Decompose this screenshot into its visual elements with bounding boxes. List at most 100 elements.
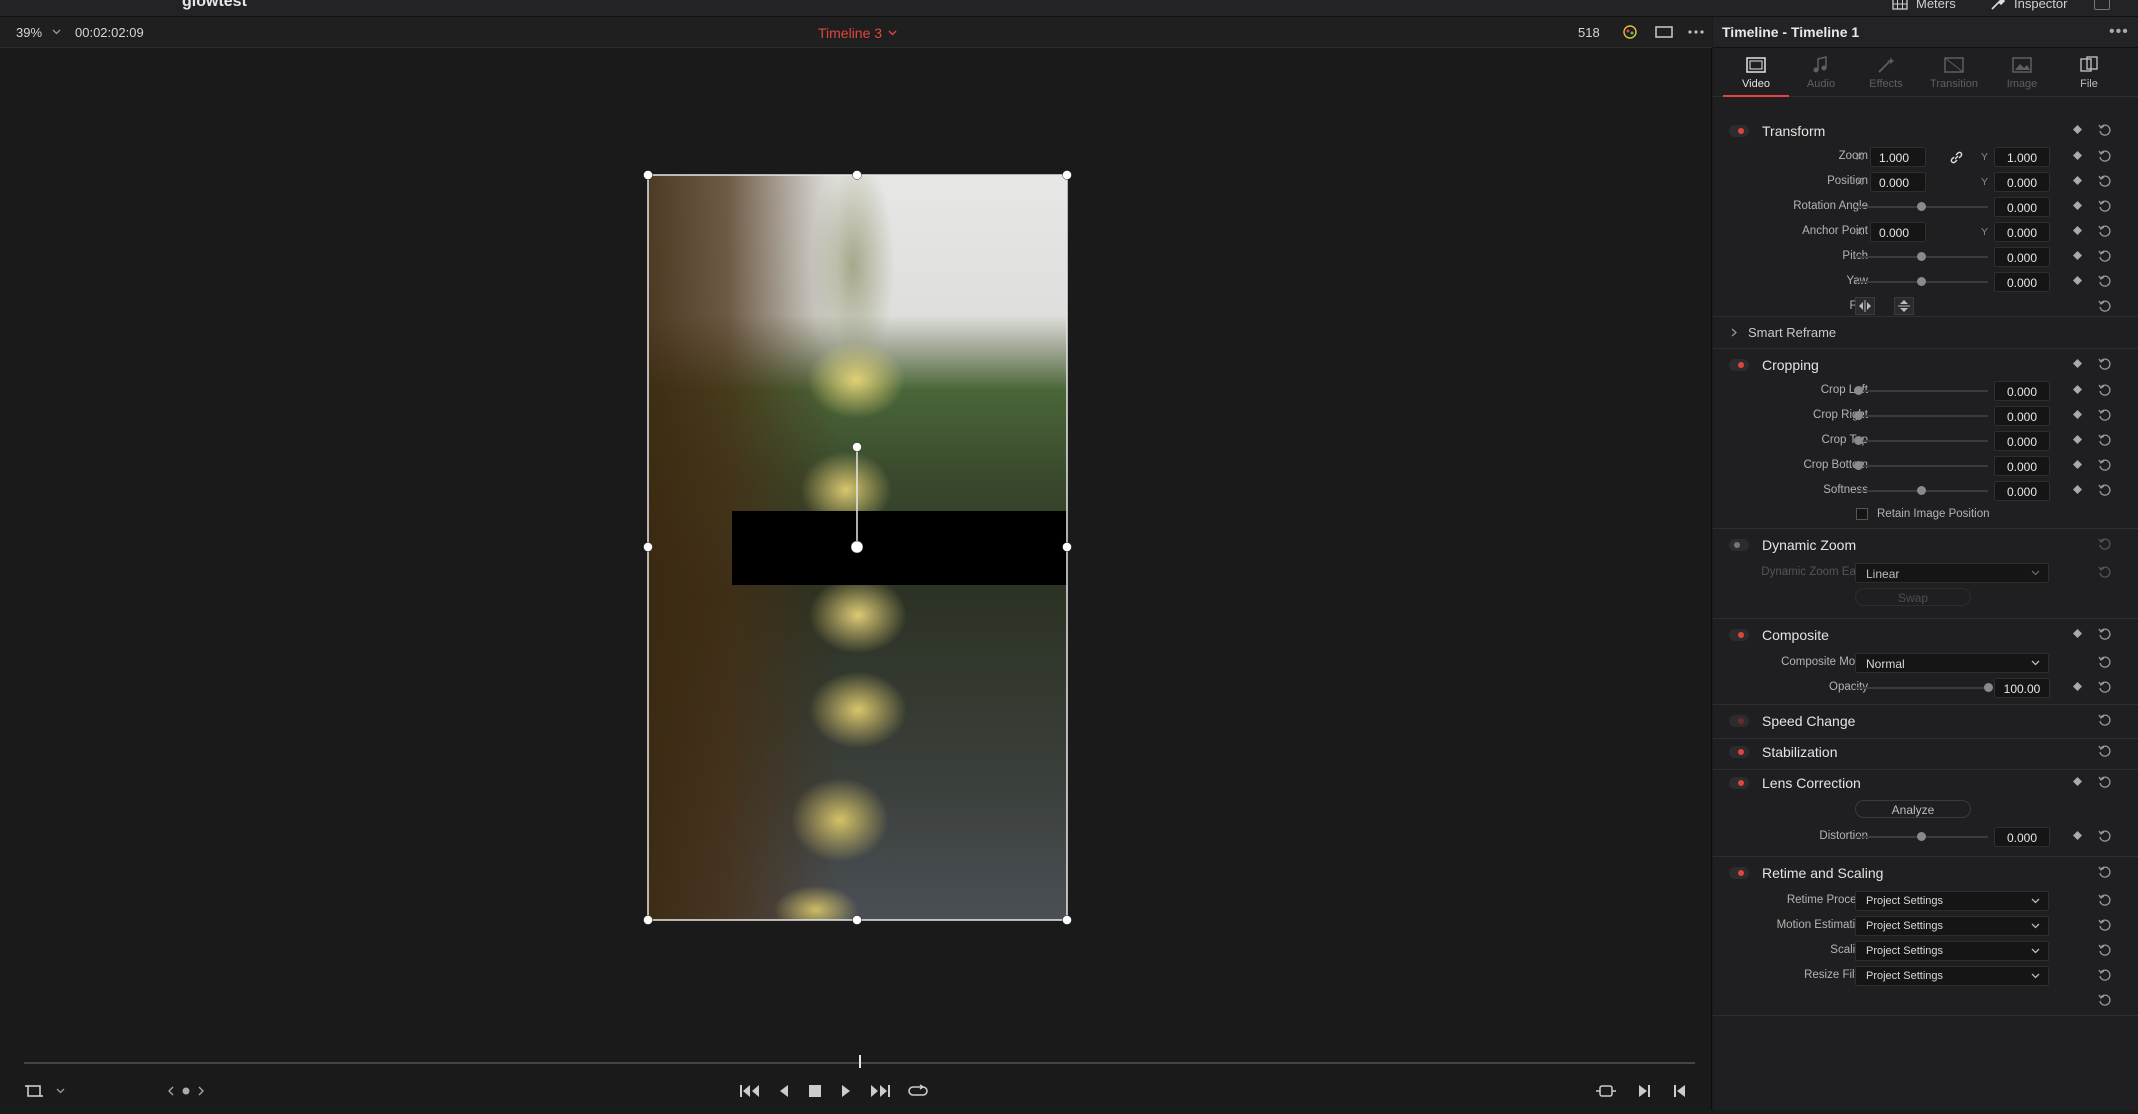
tab-effects[interactable]: Effects — [1853, 49, 1919, 97]
keyframe-icon[interactable] — [2073, 125, 2082, 134]
dynamic-zoom-ease-dropdown[interactable]: Linear — [1855, 563, 2049, 583]
retime-process-dropdown[interactable]: Project Settings — [1855, 891, 2049, 911]
reset-icon[interactable] — [2098, 865, 2112, 879]
next-clip-icon[interactable] — [1632, 1079, 1656, 1103]
reset-icon[interactable] — [2098, 224, 2112, 238]
keyframe-icon[interactable] — [2073, 201, 2082, 210]
crop-bottom-slider[interactable] — [1854, 461, 1988, 470]
crop-bottom-field[interactable]: 0.000 — [1994, 456, 2050, 476]
viewer-mode-icon[interactable] — [1654, 23, 1674, 41]
tab-file[interactable]: File — [2056, 49, 2122, 97]
reset-icon[interactable] — [2098, 458, 2112, 472]
transform-header[interactable]: Transform — [1713, 119, 2138, 145]
expand-icon[interactable] — [2094, 0, 2110, 10]
cropping-enable-toggle[interactable] — [1729, 359, 1749, 371]
motion-estimation-dropdown[interactable]: Project Settings — [1855, 916, 2049, 936]
zoom-x-field[interactable]: 1.000 — [1870, 147, 1926, 167]
analyze-button[interactable]: Analyze — [1855, 800, 1971, 818]
reset-icon[interactable] — [2098, 744, 2112, 758]
reset-icon[interactable] — [2098, 829, 2112, 843]
speed-change-header[interactable]: Speed Change — [1713, 709, 2138, 735]
crop-left-slider[interactable] — [1854, 386, 1988, 395]
go-to-start-icon[interactable] — [738, 1079, 762, 1103]
reset-icon[interactable] — [2098, 627, 2112, 641]
tab-transition[interactable]: Transition — [1921, 49, 1987, 97]
slider-knob[interactable] — [1854, 461, 1863, 470]
inspector-tab[interactable]: Inspector — [1990, 0, 2067, 11]
loop-icon[interactable] — [906, 1079, 930, 1103]
keyframe-icon[interactable] — [2073, 276, 2082, 285]
slider-knob[interactable] — [1854, 411, 1863, 420]
stabilization-enable-toggle[interactable] — [1729, 746, 1749, 758]
color-sync-icon[interactable] — [1620, 23, 1640, 41]
keyframe-icon[interactable] — [2073, 435, 2082, 444]
reset-icon[interactable] — [2098, 274, 2112, 288]
play-icon[interactable] — [834, 1079, 858, 1103]
composite-header[interactable]: Composite — [1713, 623, 2138, 649]
reset-icon[interactable] — [2098, 775, 2112, 789]
zoom-level[interactable]: 39% — [16, 25, 42, 40]
transform-mode-icon[interactable] — [22, 1079, 46, 1103]
rotation-field[interactable]: 0.000 — [1994, 197, 2050, 217]
viewer-canvas[interactable] — [0, 49, 1712, 1041]
transform-enable-toggle[interactable] — [1729, 125, 1749, 137]
reset-icon[interactable] — [2098, 713, 2112, 727]
more-options-icon[interactable] — [1686, 23, 1706, 41]
reset-icon[interactable] — [2098, 199, 2112, 213]
yaw-field[interactable]: 0.000 — [1994, 272, 2050, 292]
scrubber-playhead[interactable] — [858, 1055, 861, 1068]
chevron-down-icon[interactable] — [52, 29, 61, 35]
softness-slider[interactable] — [1855, 486, 1988, 495]
reset-icon[interactable] — [2098, 249, 2112, 263]
smart-reframe-section[interactable]: Smart Reframe — [1713, 317, 2138, 349]
scaling-dropdown[interactable]: Project Settings — [1855, 941, 2049, 961]
keyframe-icon[interactable] — [2073, 682, 2082, 691]
opacity-field[interactable]: 100.00 — [1994, 678, 2050, 698]
dynamic-zoom-header[interactable]: Dynamic Zoom — [1713, 533, 2138, 559]
dynamic-zoom-enable-toggle[interactable] — [1729, 539, 1749, 551]
link-icon[interactable] — [1950, 151, 1963, 164]
reset-icon[interactable] — [2098, 565, 2112, 579]
softness-field[interactable]: 0.000 — [1994, 481, 2050, 501]
reset-icon[interactable] — [2098, 433, 2112, 447]
reset-icon[interactable] — [2098, 408, 2112, 422]
position-y-field[interactable]: 0.000 — [1994, 172, 2050, 192]
slider-knob[interactable] — [1917, 486, 1926, 495]
reset-icon[interactable] — [2098, 483, 2112, 497]
slider-knob[interactable] — [1917, 832, 1926, 841]
keyframe-icon[interactable] — [2073, 176, 2082, 185]
keyframe-icon[interactable] — [2073, 831, 2082, 840]
crop-right-slider[interactable] — [1854, 411, 1988, 420]
meters-tab[interactable]: Meters — [1892, 0, 1956, 11]
keyframe-icon[interactable] — [2073, 359, 2082, 368]
reset-icon[interactable] — [2098, 299, 2112, 313]
reset-icon[interactable] — [2098, 123, 2112, 137]
timeline-selector[interactable]: Timeline 3 — [818, 25, 897, 41]
keyframe-icon[interactable] — [2073, 385, 2082, 394]
keyframe-icon[interactable] — [2073, 629, 2082, 638]
tab-video[interactable]: Video — [1723, 49, 1789, 97]
zoom-y-field[interactable]: 1.000 — [1994, 147, 2050, 167]
flip-vertical-icon[interactable] — [1894, 297, 1914, 315]
reset-icon[interactable] — [2098, 943, 2112, 957]
play-reverse-icon[interactable] — [772, 1079, 796, 1103]
crop-right-field[interactable]: 0.000 — [1994, 406, 2050, 426]
pitch-field[interactable]: 0.000 — [1994, 247, 2050, 267]
speed-change-enable-toggle[interactable] — [1729, 715, 1749, 727]
chevron-down-icon[interactable] — [48, 1079, 72, 1103]
opacity-slider[interactable] — [1855, 683, 1993, 692]
retain-image-position-checkbox[interactable] — [1856, 508, 1868, 520]
position-x-field[interactable]: 0.000 — [1870, 172, 1926, 192]
slider-knob[interactable] — [1917, 252, 1926, 261]
reset-icon[interactable] — [2098, 174, 2112, 188]
keyframe-icon[interactable] — [2073, 777, 2082, 786]
reset-icon[interactable] — [2098, 893, 2112, 907]
keyframe-icon[interactable] — [2073, 460, 2082, 469]
rotation-slider[interactable] — [1855, 202, 1988, 211]
anchor-x-field[interactable]: 0.000 — [1870, 222, 1926, 242]
keyframe-icon[interactable] — [2073, 410, 2082, 419]
keyframe-nav[interactable] — [164, 1079, 208, 1103]
go-to-end-icon[interactable] — [868, 1079, 892, 1103]
slider-knob[interactable] — [1854, 436, 1863, 445]
reset-icon[interactable] — [2098, 918, 2112, 932]
